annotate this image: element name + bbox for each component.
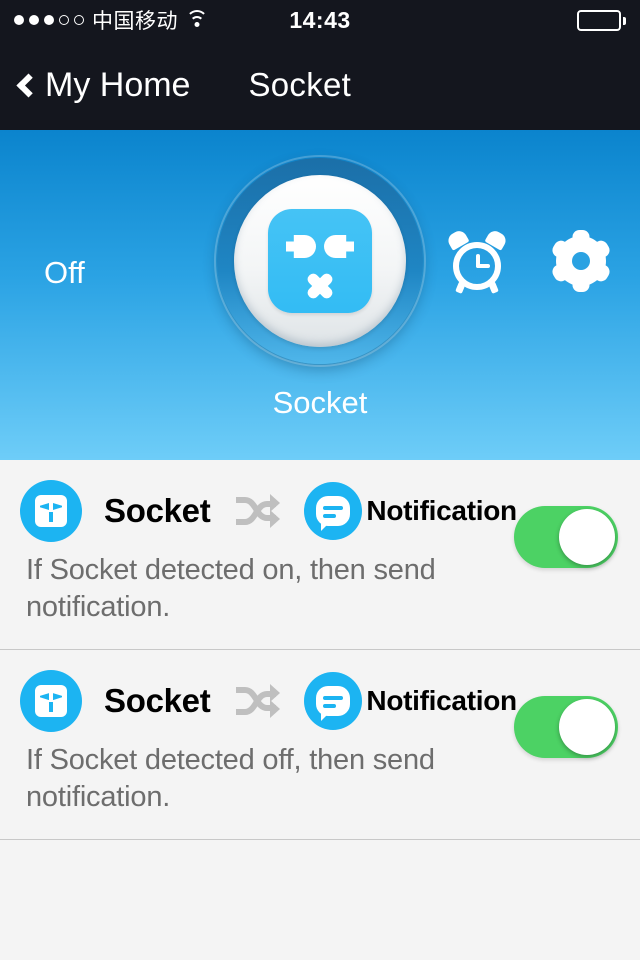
- plug-prong-left-icon: [286, 235, 316, 258]
- toggle-knob: [559, 509, 615, 565]
- rule-enable-toggle[interactable]: [514, 696, 618, 759]
- hero-action-buttons: [445, 228, 613, 294]
- back-button-label: My Home: [45, 65, 191, 104]
- rule-target-label: Notification: [366, 685, 517, 717]
- status-bar: 中国移动 14:43: [0, 0, 640, 40]
- automation-rule-list: Socket Notification If Socket detected o…: [0, 460, 640, 960]
- device-hero-panel: Off Socket: [0, 130, 640, 460]
- plug-prong-right-icon: [324, 235, 354, 258]
- toggle-knob: [559, 699, 615, 756]
- battery-icon: [577, 10, 626, 31]
- empty-list-area: [0, 840, 640, 960]
- power-toggle-button[interactable]: [214, 155, 426, 367]
- clock-label: 14:43: [289, 6, 351, 33]
- shuffle-icon: [234, 491, 282, 531]
- socket-power-icon: [268, 209, 372, 313]
- rule-source-label: Socket: [104, 682, 211, 720]
- rule-target-label: Notification: [366, 495, 517, 526]
- x-mark-icon: [303, 271, 337, 301]
- socket-outlet-icon: [20, 480, 82, 542]
- app-screen: 中国移动 14:43 My Home Socket Off Socket Soc…: [0, 0, 640, 960]
- socket-outlet-icon: [20, 670, 82, 733]
- gear-icon[interactable]: [549, 230, 613, 292]
- shuffle-icon: [234, 681, 282, 721]
- rule-source-label: Socket: [104, 492, 211, 529]
- chat-bubble-icon: [304, 672, 363, 731]
- alarm-clock-icon[interactable]: [445, 228, 509, 294]
- rule-row[interactable]: Socket Notification If Socket detected o…: [0, 460, 640, 651]
- back-button[interactable]: My Home: [16, 66, 190, 105]
- navigation-bar: My Home Socket: [0, 40, 640, 130]
- rule-row[interactable]: Socket Notification If Socket detected o…: [0, 650, 640, 841]
- page-title: Socket: [248, 66, 352, 103]
- device-state-label: Off: [44, 255, 85, 290]
- rule-enable-toggle[interactable]: [514, 506, 618, 568]
- device-name-label: Socket: [272, 385, 368, 420]
- chevron-left-icon: [16, 72, 41, 98]
- power-button-face: [234, 175, 406, 347]
- chat-bubble-icon: [304, 482, 363, 540]
